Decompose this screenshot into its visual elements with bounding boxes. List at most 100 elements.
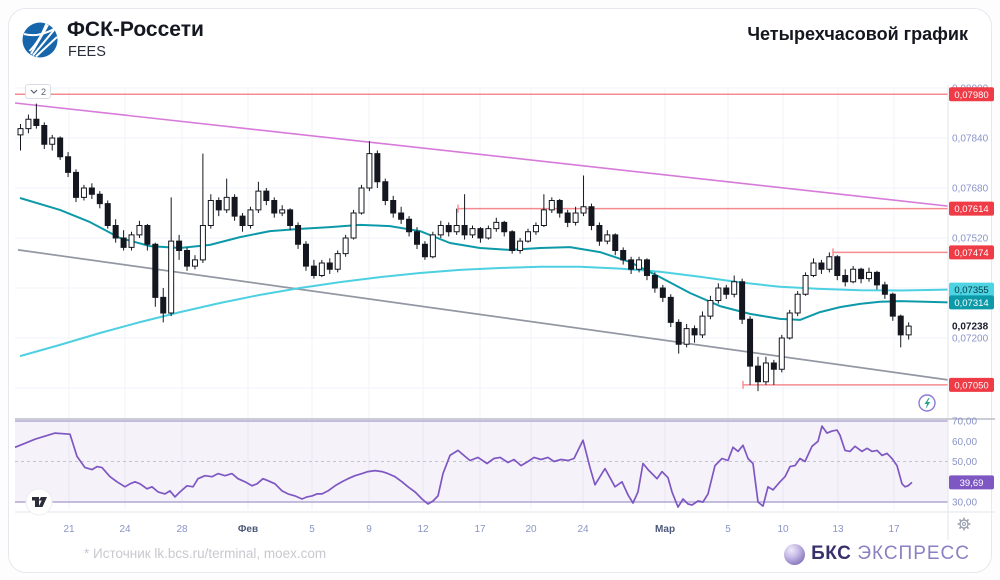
svg-text:0,07980: 0,07980 — [954, 90, 988, 101]
candle — [342, 237, 349, 255]
candle — [191, 259, 198, 267]
candle — [881, 284, 888, 295]
candle — [873, 271, 880, 286]
candle — [112, 225, 119, 239]
svg-text:0,07314: 0,07314 — [954, 298, 988, 309]
trendline-descending-resistance — [14, 102, 949, 207]
level-badge: 0,07980 — [949, 87, 994, 102]
candle — [905, 325, 912, 336]
gear-icon[interactable] — [957, 517, 971, 531]
date-label: 5 — [309, 524, 315, 535]
candle — [414, 231, 420, 245]
date-label: 13 — [832, 524, 844, 535]
candle — [223, 196, 230, 211]
candle — [287, 209, 294, 226]
candle — [406, 218, 413, 233]
timeframe-title: Четырехчасовой график — [747, 24, 968, 44]
candle — [659, 287, 666, 298]
level-badge: 0,07050 — [949, 377, 994, 392]
candle — [699, 315, 706, 336]
candle — [41, 125, 48, 145]
candle — [858, 268, 865, 280]
candle — [786, 312, 793, 339]
date-label: Фев — [238, 524, 258, 535]
candle — [739, 281, 746, 320]
candle — [453, 225, 460, 233]
svg-text:60,00: 60,00 — [952, 437, 977, 448]
svg-text:50,00: 50,00 — [952, 457, 977, 468]
candle — [374, 153, 381, 183]
candle — [358, 187, 365, 214]
date-label: 5 — [725, 524, 731, 535]
candle — [596, 225, 603, 242]
brand-name-primary: БКС — [811, 543, 852, 564]
candle — [295, 225, 302, 245]
svg-text:0,07680: 0,07680 — [952, 184, 989, 195]
candle — [747, 318, 754, 367]
candle — [96, 193, 103, 205]
candle — [762, 362, 769, 383]
candle — [128, 234, 135, 248]
candle — [184, 250, 191, 267]
candle — [429, 234, 436, 258]
ma-slow-line — [19, 265, 949, 358]
candle — [802, 275, 809, 295]
rsi-value-badge: 39,69 — [949, 475, 994, 490]
candle — [540, 209, 547, 226]
candle — [731, 281, 738, 295]
brand-name-secondary: ЭКСПРЕСС — [857, 543, 970, 564]
svg-text:0,07474: 0,07474 — [954, 248, 988, 259]
candle — [73, 171, 80, 198]
candle — [826, 256, 833, 270]
svg-text:0,07840: 0,07840 — [952, 134, 989, 145]
chart-card: 0,080000,078400,076800,075200,072000,072… — [0, 0, 1000, 580]
candle — [525, 231, 532, 242]
date-axis: 21 24 28 Фев 5 9 12 17 20 24 Мар 5 10 13 17 — [63, 524, 900, 535]
candle — [667, 296, 674, 323]
candle — [683, 328, 690, 345]
candle — [57, 137, 64, 158]
date-label: 9 — [366, 524, 372, 535]
candle — [80, 187, 87, 198]
candle — [691, 328, 698, 336]
tradingview-logo-icon — [25, 488, 53, 516]
candles — [17, 103, 912, 392]
legend-collapse-button[interactable]: 2 — [25, 84, 52, 99]
legend-count: 2 — [41, 86, 47, 97]
candle — [25, 118, 32, 130]
candle — [120, 237, 127, 248]
candle — [136, 225, 143, 236]
candle — [302, 243, 309, 267]
date-label: Мар — [655, 524, 675, 535]
chevron-down-icon — [30, 89, 38, 94]
ticker-label: FEES — [68, 44, 106, 60]
candle — [215, 200, 222, 211]
ma-fast-line — [19, 197, 949, 321]
candle — [778, 337, 785, 370]
candle — [33, 118, 40, 126]
candle — [17, 128, 24, 136]
candle — [564, 212, 571, 223]
price-chart-canvas: 0,080000,078400,076800,075200,072000,072… — [14, 84, 995, 540]
level-badge: 0,07614 — [949, 201, 994, 216]
candle — [398, 212, 405, 220]
candle — [612, 234, 619, 251]
candle — [548, 200, 555, 211]
svg-text:30,00: 30,00 — [952, 498, 977, 509]
candle — [168, 240, 175, 314]
date-label: 28 — [176, 524, 188, 535]
lightning-icon[interactable] — [918, 394, 936, 412]
date-label: 21 — [63, 524, 75, 535]
candle — [318, 262, 325, 276]
candle — [842, 275, 849, 283]
svg-text:0,07050: 0,07050 — [954, 380, 988, 391]
candle — [588, 206, 595, 226]
candle — [461, 225, 468, 236]
candle — [421, 243, 428, 258]
candle — [517, 240, 524, 251]
candle — [770, 362, 777, 370]
ma-slow-badge: 0,07355 — [949, 282, 994, 297]
bks-express-logo: БКС ЭКСПРЕСС — [784, 543, 970, 565]
svg-text:0,07614: 0,07614 — [954, 204, 988, 215]
candle — [263, 190, 270, 201]
